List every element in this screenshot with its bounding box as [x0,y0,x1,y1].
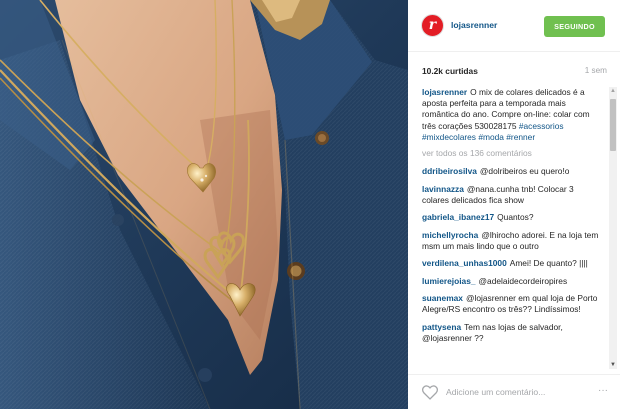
view-all-comments-link[interactable]: ver todos os 136 comentários [422,148,600,159]
following-button[interactable]: SEGUINDO [544,16,605,37]
comment-item: michellyrocha @lhirocho adorei. E na loja… [422,230,600,252]
comment-text: @dolribeiros eu quero!o [479,166,570,177]
caption: lojasrenner O mix de colares delicados é … [422,87,600,143]
comment-text: @adelaidecordeiropires [478,275,568,286]
comment-username[interactable]: lavinnazza [422,184,464,194]
post-time[interactable]: 1 sem [585,66,607,75]
comment-text: Quantos? [497,212,534,223]
comment-username[interactable]: lumierejoias_ [422,276,476,286]
post-footer: ··· [408,374,620,409]
post-photo[interactable] [0,0,408,409]
username-link[interactable]: lojasrenner [451,20,497,30]
comment-item: ddribeirosilva @dolribeiros eu quero!o [422,166,600,177]
post-stats: 10.2k curtidas 1 sem [422,66,607,78]
comment-item: pattysena Tem nas lojas de salvador, @loj… [422,322,600,344]
comment-username[interactable]: michellyrocha [422,230,478,240]
add-comment-input[interactable] [446,383,586,401]
post-details-panel: r lojasrenner SEGUINDO 10.2k curtidas 1 … [408,0,620,409]
avatar[interactable]: r [421,14,444,37]
post-header: r lojasrenner SEGUINDO [408,0,620,52]
comment-username[interactable]: gabriela_ibanez17 [422,212,494,222]
comment-username[interactable]: suanemax [422,293,463,303]
comment-username[interactable]: ddribeirosilva [422,166,477,176]
scroll-up-arrow-icon[interactable]: ▲ [609,87,617,95]
comments-scrollbar[interactable]: ▲ ▼ [609,87,617,369]
avatar-logo-letter: r [428,17,437,33]
comment-username[interactable]: verdilena_unhas1000 [422,258,507,268]
comment-item: verdilena_unhas1000 Amei! De quanto? |||| [422,258,600,269]
comment-item: lavinnazza @nana.cunha tnb! Colocar 3 col… [422,184,600,206]
necklace-photo-image [0,0,408,409]
comment-item: gabriela_ibanez17 Quantos? [422,212,600,223]
scroll-down-arrow-icon[interactable]: ▼ [609,361,617,369]
scrollbar-thumb[interactable] [610,99,616,151]
more-options-icon[interactable]: ··· [596,384,610,398]
comment-item: suanemax @lojasrenner em qual loja de Por… [422,293,600,315]
likes-count[interactable]: 10.2k curtidas [422,66,478,76]
heart-icon[interactable] [421,384,439,400]
comment-item: lumierejoias_ @adelaidecordeiropires [422,276,600,287]
caption-username[interactable]: lojasrenner [422,87,467,97]
comments-list: lojasrenner O mix de colares delicados é … [422,87,600,374]
comment-username[interactable]: pattysena [422,322,461,332]
comment-text: Amei! De quanto? |||| [509,258,588,269]
